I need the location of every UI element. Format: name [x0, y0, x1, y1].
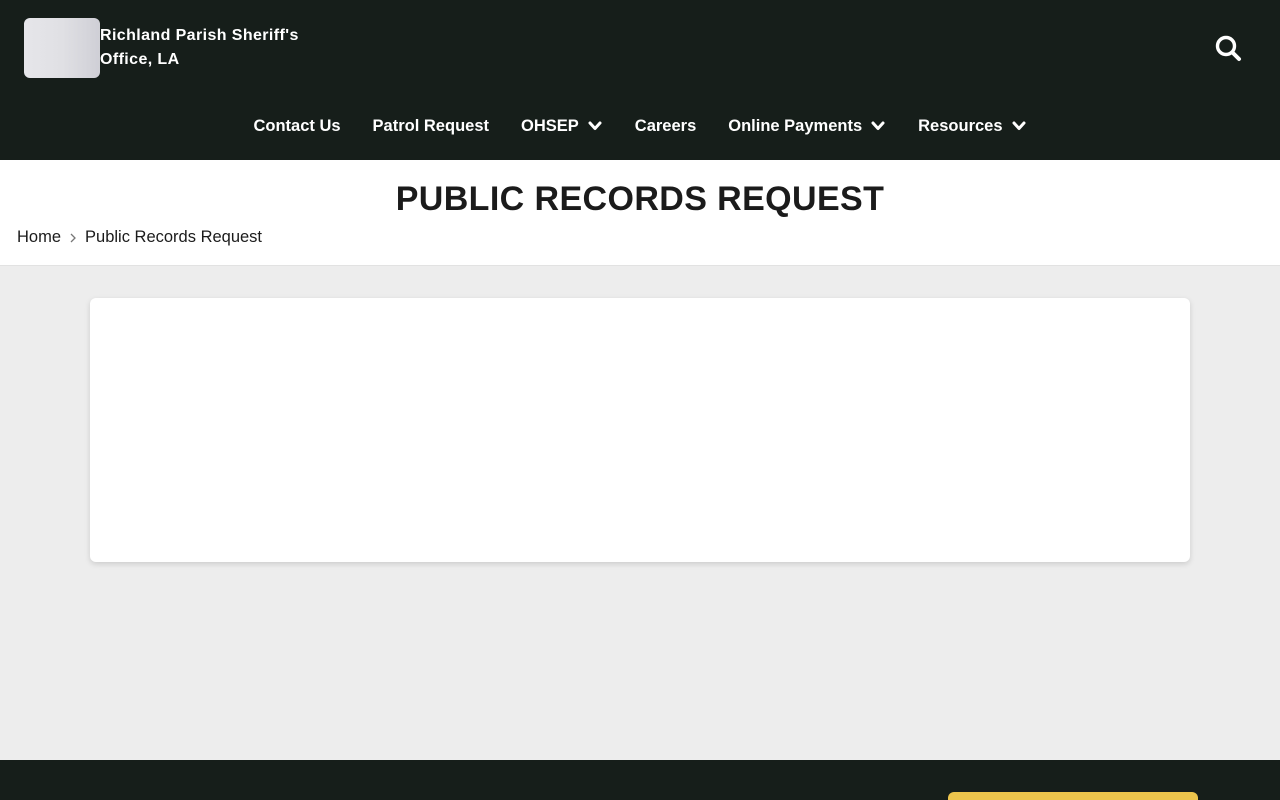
nav-item-label: Resources — [918, 116, 1003, 135]
page-title-bar: PUBLIC RECORDS REQUEST Home Public Recor… — [0, 160, 1280, 266]
site-name[interactable]: Richland Parish Sheriff's Office, LA — [100, 24, 300, 72]
nav-item-online-payments[interactable]: Online Payments — [728, 117, 886, 136]
nav-item-label: Patrol Request — [372, 116, 489, 135]
nav-item-contact-us[interactable]: Contact Us — [253, 117, 340, 136]
search-button[interactable] — [1210, 30, 1246, 66]
nav-item-label: Online Payments — [728, 116, 863, 135]
site-logo[interactable] — [24, 18, 100, 78]
chevron-down-icon[interactable] — [587, 118, 603, 134]
site-footer — [0, 760, 1280, 800]
page-title: PUBLIC RECORDS REQUEST — [395, 180, 885, 218]
chevron-down-icon[interactable] — [870, 118, 886, 134]
nav-item-label: Careers — [634, 116, 697, 135]
site-header: Richland Parish Sheriff's Office, LA Con… — [0, 0, 1280, 160]
breadcrumb-current: Public Records Request — [85, 228, 263, 246]
nav-item-careers[interactable]: Careers — [635, 117, 696, 136]
main-nav: Contact Us Patrol Request OHSEP Careers … — [0, 105, 1280, 147]
breadcrumb: Home Public Records Request — [17, 228, 262, 247]
nav-item-resources[interactable]: Resources — [918, 117, 1026, 136]
breadcrumb-home-link[interactable]: Home — [17, 228, 61, 247]
search-icon — [1215, 35, 1241, 61]
nav-item-label: Contact Us — [253, 116, 341, 135]
footer-action-button[interactable] — [948, 792, 1198, 800]
chevron-right-icon — [70, 233, 76, 242]
nav-item-label: OHSEP — [521, 116, 579, 135]
chevron-down-icon[interactable] — [1011, 118, 1027, 134]
nav-item-patrol-request[interactable]: Patrol Request — [373, 117, 489, 136]
nav-item-ohsep[interactable]: OHSEP — [521, 117, 603, 136]
content-card — [90, 298, 1190, 562]
